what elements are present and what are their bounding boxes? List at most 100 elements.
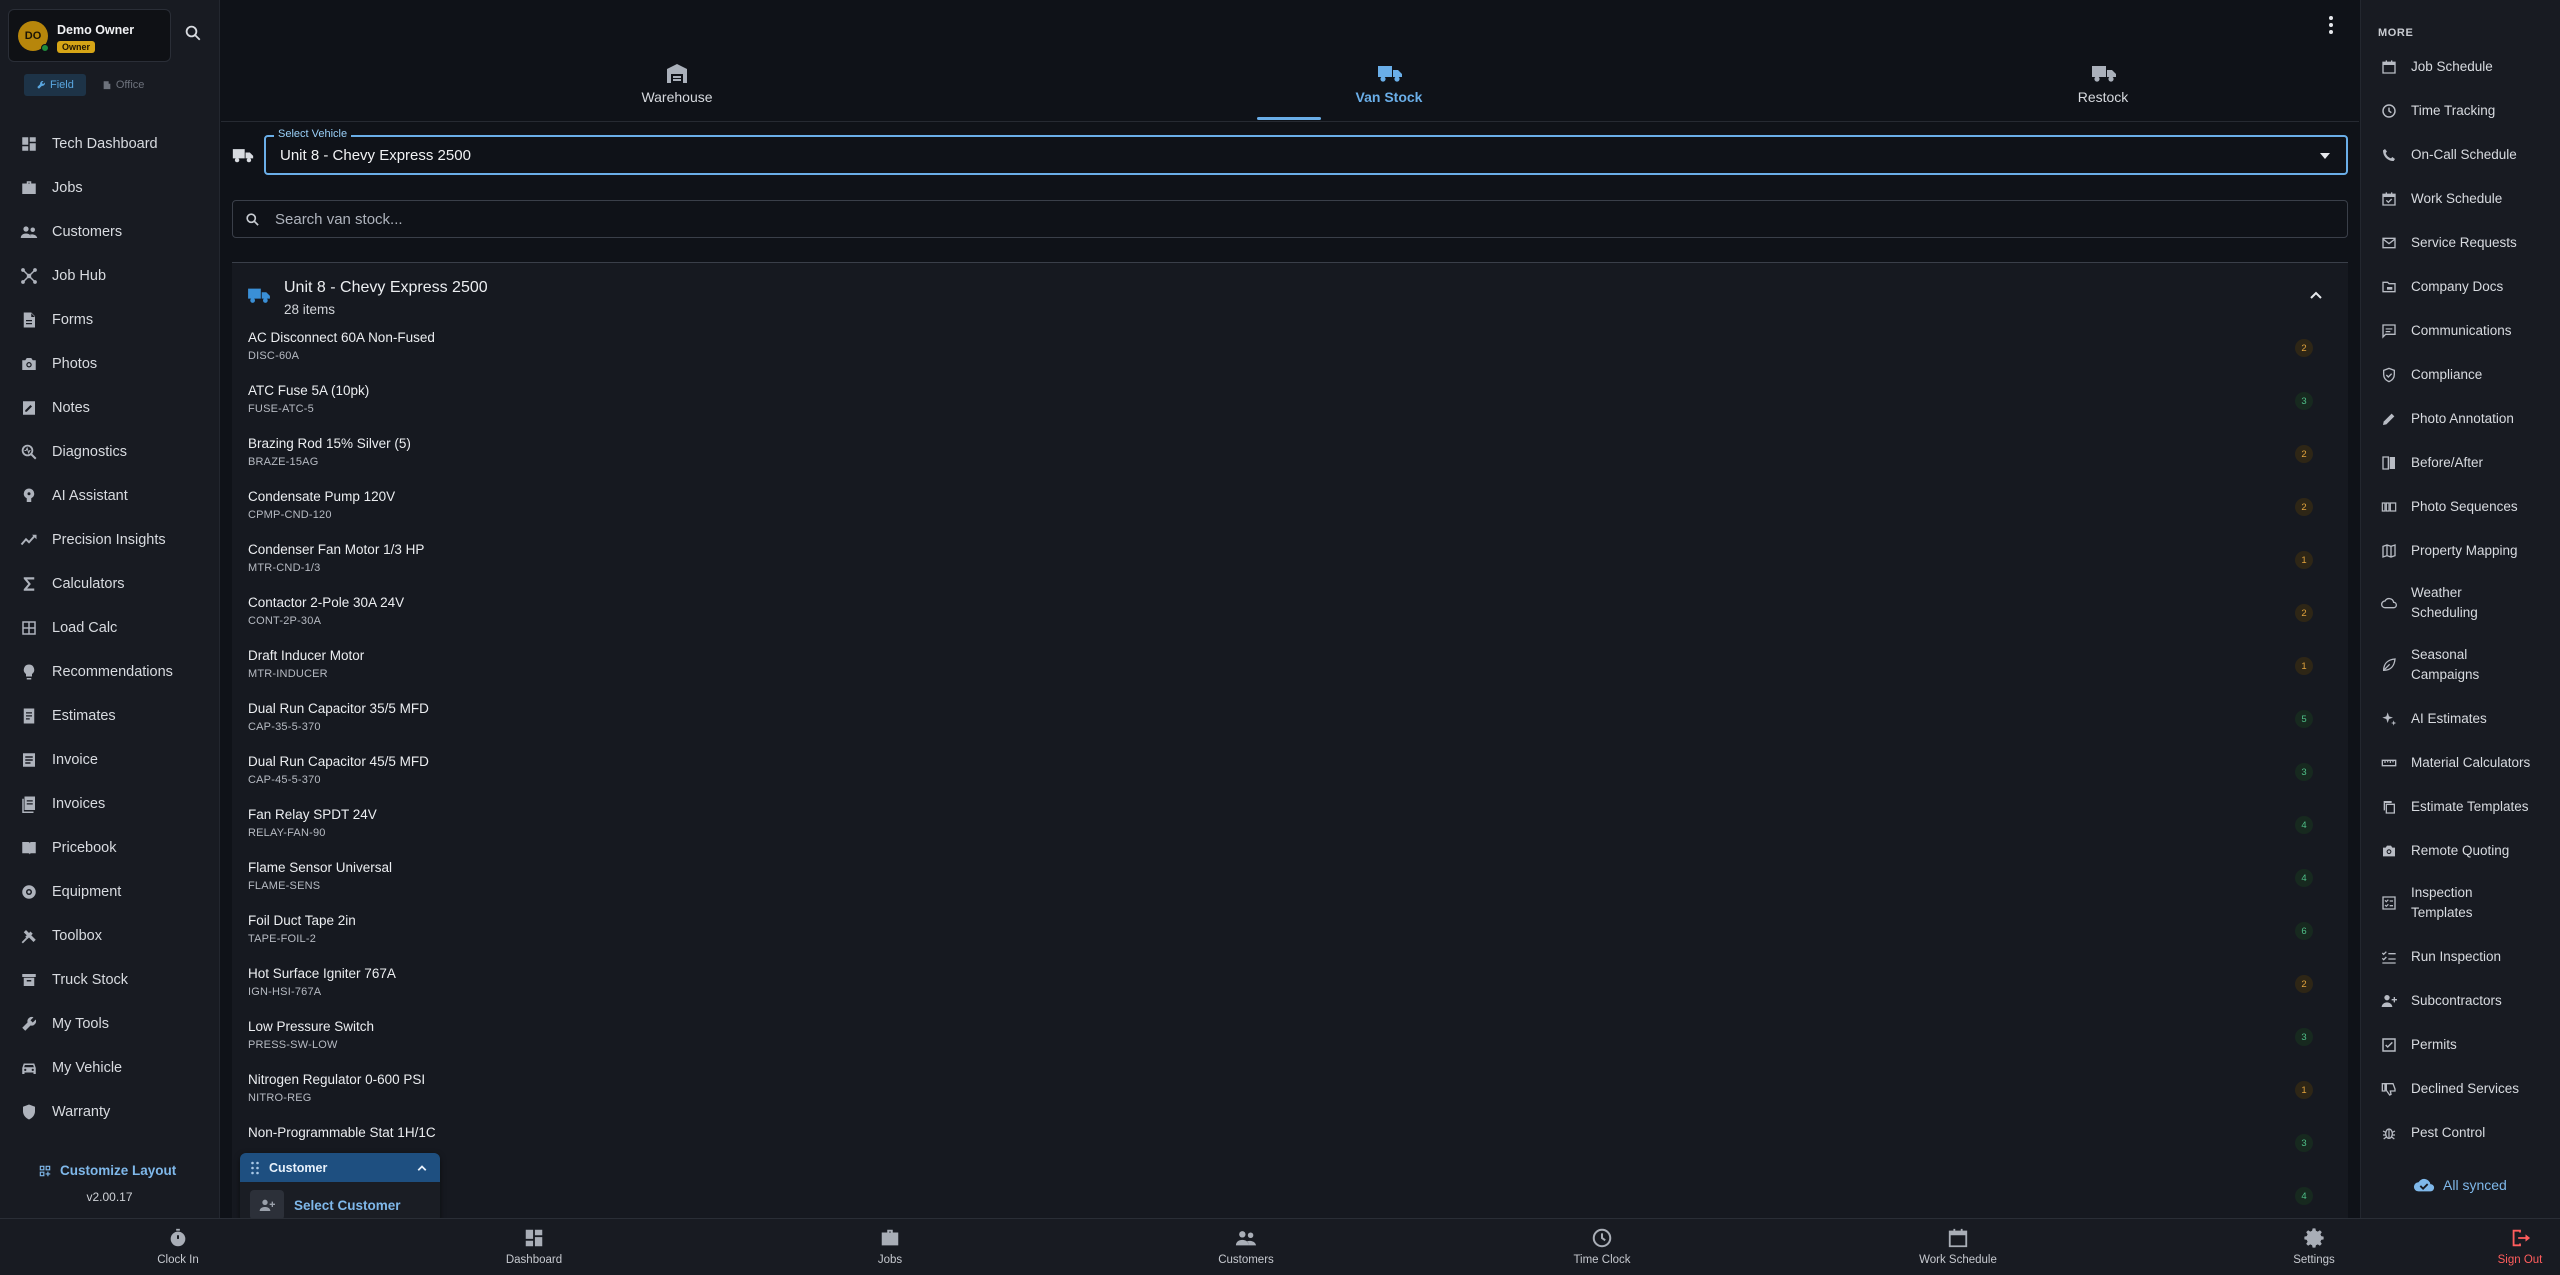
more-item-label: Pest Control bbox=[2411, 1125, 2486, 1140]
sidebar-item-label: Precision Insights bbox=[52, 532, 166, 548]
stock-item-row[interactable]: Dual Run Capacitor 45/5 MFD CAP-45-5-370 3 bbox=[232, 749, 2348, 802]
more-item-subcontractors[interactable]: Subcontractors bbox=[2361, 979, 2560, 1023]
more-options-icon[interactable] bbox=[2322, 14, 2340, 36]
group-header[interactable]: Unit 8 - Chevy Express 2500 28 items bbox=[232, 263, 2348, 325]
sidebar-item-load-calc[interactable]: Load Calc bbox=[0, 606, 219, 650]
chevron-up-icon[interactable] bbox=[2308, 287, 2324, 303]
sidebar-item-calculators[interactable]: Calculators bbox=[0, 562, 219, 606]
more-item-on-call-schedule[interactable]: On-Call Schedule bbox=[2361, 133, 2560, 177]
more-item-communications[interactable]: Communications bbox=[2361, 309, 2560, 353]
more-item-before-after[interactable]: Before/After bbox=[2361, 441, 2560, 485]
search-input[interactable] bbox=[275, 201, 2335, 237]
sidebar-item-invoice[interactable]: Invoice bbox=[0, 738, 219, 782]
tab-restock[interactable]: Restock bbox=[2003, 62, 2203, 105]
more-item-company-docs[interactable]: Company Docs bbox=[2361, 265, 2560, 309]
sidebar-item-tech-dashboard[interactable]: Tech Dashboard bbox=[0, 122, 219, 166]
checkbox-icon bbox=[2381, 1037, 2397, 1053]
more-item-photo-annotation[interactable]: Photo Annotation bbox=[2361, 397, 2560, 441]
bottom-nav-jobs[interactable]: Jobs bbox=[820, 1227, 960, 1266]
sidebar-item-precision-insights[interactable]: Precision Insights bbox=[0, 518, 219, 562]
bottom-nav-time-clock[interactable]: Time Clock bbox=[1532, 1227, 1672, 1266]
bottom-nav-work-schedule[interactable]: Work Schedule bbox=[1888, 1227, 2028, 1266]
office-mode-button[interactable]: Office bbox=[90, 74, 157, 96]
sidebar-item-pricebook[interactable]: Pricebook bbox=[0, 826, 219, 870]
more-item-property-mapping[interactable]: Property Mapping bbox=[2361, 529, 2560, 573]
profile-card[interactable]: DO Demo Owner Owner bbox=[8, 9, 171, 62]
sidebar-item-truck-stock[interactable]: Truck Stock bbox=[0, 958, 219, 1002]
tab-van-stock[interactable]: Van Stock bbox=[1289, 62, 1489, 105]
bottom-nav-clock-in[interactable]: Clock In bbox=[108, 1227, 248, 1266]
more-item-permits[interactable]: Permits bbox=[2361, 1023, 2560, 1067]
customer-widget-header[interactable]: Customer bbox=[240, 1153, 440, 1182]
more-item-ai-estimates[interactable]: AI Estimates bbox=[2361, 697, 2560, 741]
search-icon[interactable] bbox=[184, 24, 202, 42]
more-item-seasonal-campaigns[interactable]: Seasonal Campaigns bbox=[2361, 633, 2560, 697]
stock-item-name: Fan Relay SPDT 24V bbox=[248, 807, 377, 822]
field-mode-button[interactable]: Field bbox=[24, 74, 86, 96]
sidebar-item-jobs[interactable]: Jobs bbox=[0, 166, 219, 210]
sidebar-item-equipment[interactable]: Equipment bbox=[0, 870, 219, 914]
stock-item-row[interactable]: 4 bbox=[232, 1173, 2348, 1218]
sidebar-item-forms[interactable]: Forms bbox=[0, 298, 219, 342]
quantity-badge: 6 bbox=[2295, 922, 2313, 940]
more-item-work-schedule[interactable]: Work Schedule bbox=[2361, 177, 2560, 221]
sidebar-item-recommendations[interactable]: Recommendations bbox=[0, 650, 219, 694]
stock-item-row[interactable]: Nitrogen Regulator 0-600 PSI NITRO-REG 1 bbox=[232, 1067, 2348, 1120]
select-customer-button[interactable]: Select Customer bbox=[250, 1190, 401, 1220]
bottom-nav-customers[interactable]: Customers bbox=[1176, 1227, 1316, 1266]
stock-item-row[interactable]: Draft Inducer Motor MTR-INDUCER 1 bbox=[232, 643, 2348, 696]
sidebar-item-diagnostics[interactable]: Diagnostics bbox=[0, 430, 219, 474]
more-item-declined-services[interactable]: Declined Services bbox=[2361, 1067, 2560, 1111]
stock-item-row[interactable]: Hot Surface Igniter 767A IGN-HSI-767A 2 bbox=[232, 961, 2348, 1014]
sync-status[interactable]: All synced bbox=[2413, 1177, 2507, 1193]
bottom-nav-dashboard[interactable]: Dashboard bbox=[464, 1227, 604, 1266]
stock-item-row[interactable]: Condensate Pump 120V CPMP-CND-120 2 bbox=[232, 484, 2348, 537]
more-item-run-inspection[interactable]: Run Inspection bbox=[2361, 935, 2560, 979]
customize-layout-button[interactable]: Customize Layout bbox=[38, 1163, 176, 1178]
sidebar-item-toolbox[interactable]: Toolbox bbox=[0, 914, 219, 958]
sidebar-item-ai-assistant[interactable]: AI Assistant bbox=[0, 474, 219, 518]
stock-item-row[interactable]: Brazing Rod 15% Silver (5) BRAZE-15AG 2 bbox=[232, 431, 2348, 484]
more-item-service-requests[interactable]: Service Requests bbox=[2361, 221, 2560, 265]
checklist-icon bbox=[2381, 895, 2397, 911]
sidebar-item-customers[interactable]: Customers bbox=[0, 210, 219, 254]
sidebar-item-photos[interactable]: Photos bbox=[0, 342, 219, 386]
bottom-nav-sign-out[interactable]: Sign Out bbox=[2450, 1227, 2560, 1266]
drag-handle-icon[interactable] bbox=[250, 1161, 260, 1175]
more-item-inspection-templates[interactable]: Inspection Templates bbox=[2361, 871, 2560, 935]
chevron-up-icon[interactable] bbox=[416, 1162, 428, 1174]
sidebar-item-invoices[interactable]: Invoices bbox=[0, 782, 219, 826]
sidebar-item-job-hub[interactable]: Job Hub bbox=[0, 254, 219, 298]
sidebar-item-my-vehicle[interactable]: My Vehicle bbox=[0, 1046, 219, 1090]
more-item-weather-scheduling[interactable]: Weather Scheduling bbox=[2361, 571, 2560, 635]
stock-item-row[interactable]: ATC Fuse 5A (10pk) FUSE-ATC-5 3 bbox=[232, 378, 2348, 431]
stock-item-row[interactable]: Fan Relay SPDT 24V RELAY-FAN-90 4 bbox=[232, 802, 2348, 855]
more-item-time-tracking[interactable]: Time Tracking bbox=[2361, 89, 2560, 133]
vehicle-select[interactable]: Select Vehicle Unit 8 - Chevy Express 25… bbox=[264, 128, 2348, 175]
stock-item-sku: BRAZE-15AG bbox=[248, 456, 319, 468]
stock-item-row[interactable]: Non-Programmable Stat 1H/1C 3 bbox=[232, 1120, 2348, 1173]
more-item-photo-sequences[interactable]: Photo Sequences bbox=[2361, 485, 2560, 529]
stock-item-row[interactable]: Low Pressure Switch PRESS-SW-LOW 3 bbox=[232, 1014, 2348, 1067]
more-item-job-schedule[interactable]: Job Schedule bbox=[2361, 45, 2560, 89]
more-item-label: Photo Sequences bbox=[2411, 499, 2518, 514]
stock-item-row[interactable]: AC Disconnect 60A Non-Fused DISC-60A 2 bbox=[232, 325, 2348, 378]
stock-item-row[interactable]: Contactor 2-Pole 30A 24V CONT-2P-30A 2 bbox=[232, 590, 2348, 643]
sidebar-item-estimates[interactable]: Estimates bbox=[0, 694, 219, 738]
tab-warehouse[interactable]: Warehouse bbox=[577, 62, 777, 105]
stock-item-row[interactable]: Flame Sensor Universal FLAME-SENS 4 bbox=[232, 855, 2348, 908]
stock-item-row[interactable]: Condenser Fan Motor 1/3 HP MTR-CND-1/3 1 bbox=[232, 537, 2348, 590]
bottom-nav-settings[interactable]: Settings bbox=[2244, 1227, 2384, 1266]
more-item-label: Weather Scheduling bbox=[2411, 585, 2478, 620]
stock-item-row[interactable]: Dual Run Capacitor 35/5 MFD CAP-35-5-370 5 bbox=[232, 696, 2348, 749]
sidebar-item-notes[interactable]: Notes bbox=[0, 386, 219, 430]
more-item-remote-quoting[interactable]: Remote Quoting bbox=[2361, 829, 2560, 873]
stock-item-row[interactable]: Foil Duct Tape 2in TAPE-FOIL-2 6 bbox=[232, 908, 2348, 961]
sidebar-item-my-tools[interactable]: My Tools bbox=[0, 1002, 219, 1046]
more-item-material-calculators[interactable]: Material Calculators bbox=[2361, 741, 2560, 785]
more-item-estimate-templates[interactable]: Estimate Templates bbox=[2361, 785, 2560, 829]
invoices-icon bbox=[20, 795, 38, 813]
sidebar-item-warranty[interactable]: Warranty bbox=[0, 1090, 219, 1134]
more-item-pest-control[interactable]: Pest Control bbox=[2361, 1111, 2560, 1155]
more-item-compliance[interactable]: Compliance bbox=[2361, 353, 2560, 397]
